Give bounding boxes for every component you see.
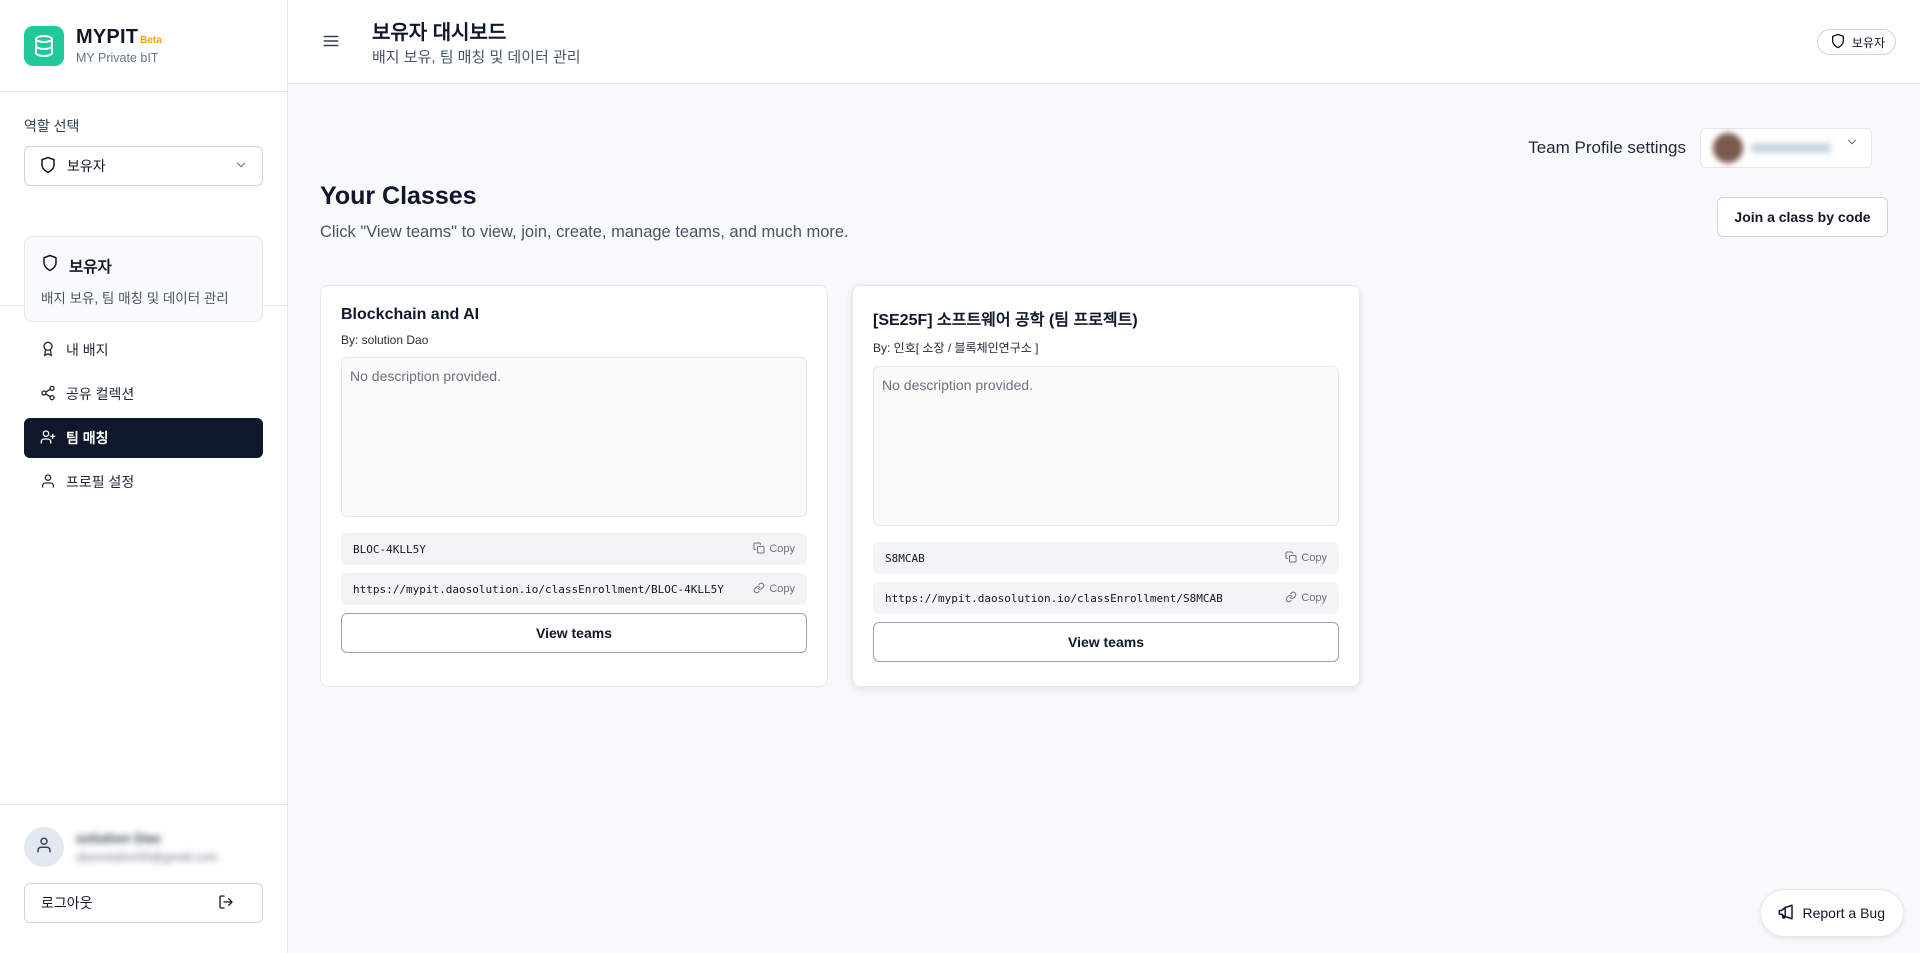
logout-icon xyxy=(218,894,234,913)
team-settings-label: Team Profile settings xyxy=(1528,138,1686,157)
view-teams-button[interactable]: View teams xyxy=(341,613,807,653)
class-card: Blockchain and AI By: solution Dao No de… xyxy=(320,285,828,687)
class-code-row: S8MCAB Copy xyxy=(873,542,1339,574)
view-teams-button[interactable]: View teams xyxy=(873,622,1339,662)
beta-badge: Beta xyxy=(140,35,162,46)
copy-label: Copy xyxy=(1301,592,1327,604)
user-icon xyxy=(40,473,56,492)
class-card: [SE25F] 소프트웨어 공학 (팀 프로젝트) By: 인호[ 소장 / 블… xyxy=(852,285,1360,687)
copy-label: Copy xyxy=(1301,552,1327,564)
top-header: 보유자 대시보드 배지 보유, 팀 매칭 및 데이터 관리 보유자 xyxy=(288,0,1920,84)
page-subtitle: 배지 보유, 팀 매칭 및 데이터 관리 xyxy=(372,49,581,66)
class-cards: Blockchain and AI By: solution Dao No de… xyxy=(320,285,1384,687)
copy-link-button[interactable]: Copy xyxy=(753,582,795,597)
role-card-description: 배지 보유, 팀 매칭 및 데이터 관리 xyxy=(41,291,229,306)
class-owner: By: solution Dao xyxy=(341,333,429,347)
logout-button[interactable]: 로그아웃 xyxy=(24,883,263,923)
user-plus-icon xyxy=(40,429,56,448)
report-bug-button[interactable]: Report a Bug xyxy=(1759,889,1904,937)
sidebar-footer: solution Dao daosolution00@gmail.com 로그아… xyxy=(0,804,287,953)
role-select-label: 역할 선택 xyxy=(24,118,80,134)
chevron-down-icon xyxy=(234,158,248,175)
role-badge-label: 보유자 xyxy=(1851,35,1885,50)
class-description: No description provided. xyxy=(873,366,1339,526)
team-profile-name xyxy=(1751,143,1831,153)
report-bug-label: Report a Bug xyxy=(1802,905,1886,921)
badge-icon xyxy=(40,341,56,360)
join-class-button[interactable]: Join a class by code xyxy=(1717,197,1888,237)
sidebar-nav: 내 배지 공유 컬렉션 팀 매칭 프로필 설정 xyxy=(0,306,287,502)
team-avatar xyxy=(1713,133,1743,163)
role-select-value: 보유자 xyxy=(67,158,106,174)
copy-label: Copy xyxy=(769,543,795,555)
sidebar-item-label: 프로필 설정 xyxy=(66,474,135,490)
avatar xyxy=(24,827,64,867)
sidebar-item-label: 공유 컬렉션 xyxy=(66,386,135,402)
brand-subtitle: MY Private bIT xyxy=(76,51,159,65)
class-description: No description provided. xyxy=(341,357,807,517)
logout-label: 로그아웃 xyxy=(41,895,93,911)
chevron-down-icon xyxy=(1845,135,1859,154)
megaphone-icon xyxy=(1777,903,1795,924)
user-email: daosolution00@gmail.com xyxy=(76,850,218,864)
classes-subtitle: Click "View teams" to view, join, create… xyxy=(320,223,849,241)
sidebar-item-team-matching[interactable]: 팀 매칭 xyxy=(24,418,263,458)
sidebar-item-label: 내 배지 xyxy=(66,342,109,358)
copy-code-button[interactable]: Copy xyxy=(1285,551,1327,566)
class-owner: By: 인호[ 소장 / 블록체인연구소 ] xyxy=(873,341,1039,355)
copy-link-button[interactable]: Copy xyxy=(1285,591,1327,606)
class-title: [SE25F] 소프트웨어 공학 (팀 프로젝트) xyxy=(873,312,1138,329)
copy-code-button[interactable]: Copy xyxy=(753,542,795,557)
sidebar-item-shared-collection[interactable]: 공유 컬렉션 xyxy=(24,374,263,414)
class-code: S8MCAB xyxy=(885,551,925,565)
menu-icon[interactable] xyxy=(322,32,340,55)
copy-icon xyxy=(753,542,765,557)
brand[interactable]: MYPIT Beta MY Private bIT xyxy=(0,0,287,92)
link-icon xyxy=(753,582,765,597)
team-profile-settings: Team Profile settings xyxy=(1528,128,1872,168)
sidebar-item-my-badges[interactable]: 내 배지 xyxy=(24,330,263,370)
database-icon xyxy=(24,25,64,66)
shield-icon xyxy=(39,156,57,177)
user-name: solution Dao xyxy=(76,830,161,846)
shield-icon xyxy=(1830,33,1846,52)
class-link-row: https://mypit.daosolution.io/classEnroll… xyxy=(341,573,807,605)
page-title: 보유자 대시보드 xyxy=(372,22,507,44)
main-content: Team Profile settings Your Classes Click… xyxy=(288,85,1920,953)
copy-label: Copy xyxy=(769,583,795,595)
class-title: Blockchain and AI xyxy=(341,306,480,323)
link-icon xyxy=(1285,591,1297,606)
classes-title: Your Classes xyxy=(320,182,477,210)
sidebar-item-label: 팀 매칭 xyxy=(66,430,109,446)
brand-name: MYPIT xyxy=(76,26,139,48)
shield-icon xyxy=(41,254,59,277)
role-select[interactable]: 보유자 xyxy=(24,146,263,186)
sidebar-item-profile-settings[interactable]: 프로필 설정 xyxy=(24,462,263,502)
copy-icon xyxy=(1285,551,1297,566)
role-section: 역할 선택 보유자 보유자 배지 보유, 팀 매칭 및 데이터 관리 xyxy=(0,92,287,322)
user-profile: solution Dao daosolution00@gmail.com xyxy=(24,827,263,867)
share-icon xyxy=(40,385,56,404)
role-badge: 보유자 xyxy=(1816,29,1896,55)
class-code: BLOC-4KLL5Y xyxy=(353,542,426,556)
class-enrollment-link: https://mypit.daosolution.io/classEnroll… xyxy=(353,582,724,596)
class-enrollment-link: https://mypit.daosolution.io/classEnroll… xyxy=(885,591,1223,605)
sidebar: MYPIT Beta MY Private bIT 역할 선택 보유자 보유자 배… xyxy=(0,0,288,953)
team-profile-select[interactable] xyxy=(1700,128,1872,168)
class-link-row: https://mypit.daosolution.io/classEnroll… xyxy=(873,582,1339,614)
user-icon xyxy=(35,836,53,859)
class-code-row: BLOC-4KLL5Y Copy xyxy=(341,533,807,565)
role-card-title: 보유자 xyxy=(69,258,112,276)
